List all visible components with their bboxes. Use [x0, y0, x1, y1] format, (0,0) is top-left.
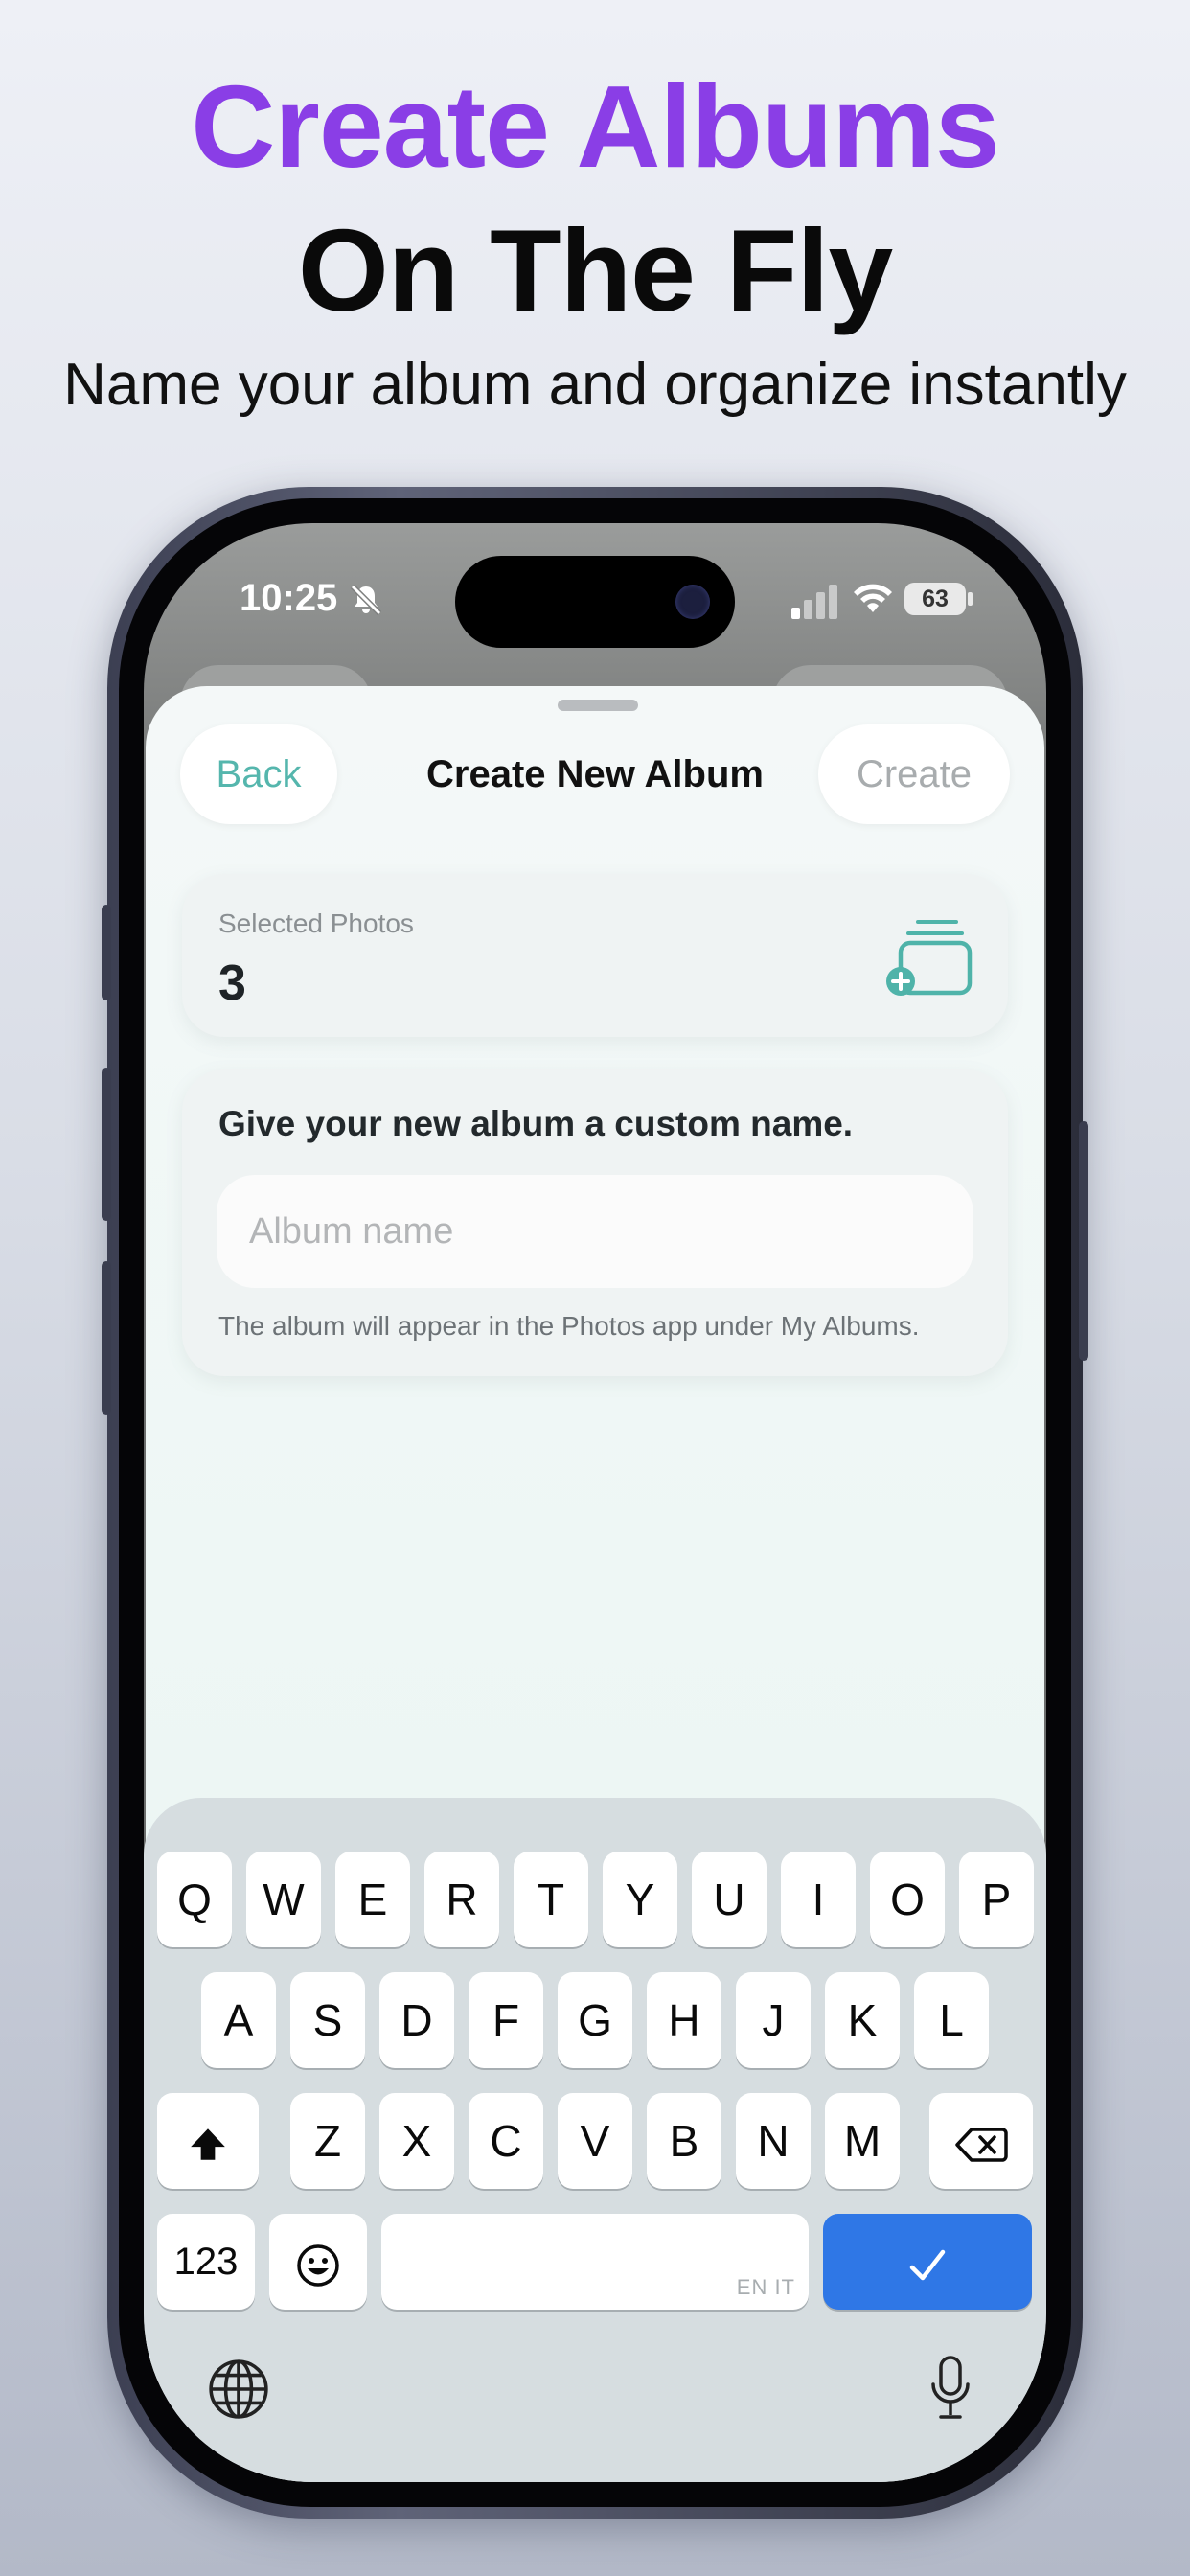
key-h[interactable]: H	[647, 1972, 721, 2068]
key-y[interactable]: Y	[603, 1852, 677, 1947]
key-f[interactable]: F	[469, 1972, 543, 2068]
key-k[interactable]: K	[825, 1972, 900, 2068]
done-key[interactable]	[823, 2214, 1032, 2310]
key-w[interactable]: W	[246, 1852, 321, 1947]
key-n[interactable]: N	[736, 2093, 811, 2189]
space-language-hint: EN IT	[736, 2275, 795, 2299]
delete-key[interactable]	[929, 2093, 1033, 2189]
delete-backward-icon	[955, 2128, 1008, 2162]
sheet-grabber[interactable]	[558, 700, 638, 711]
add-to-album-icon	[886, 920, 973, 996]
key-l[interactable]: L	[914, 1972, 989, 2068]
album-name-prompt: Give your new album a custom name.	[218, 1104, 854, 1143]
key-o[interactable]: O	[870, 1852, 945, 1947]
key-b[interactable]: B	[647, 2093, 721, 2189]
shift-icon	[191, 2128, 225, 2160]
key-r[interactable]: R	[424, 1852, 499, 1947]
key-z[interactable]: Z	[290, 2093, 365, 2189]
key-c[interactable]: C	[469, 2093, 543, 2189]
key-u[interactable]: U	[692, 1852, 767, 1947]
battery-tip	[968, 592, 973, 606]
promo-headline-2: On The Fly	[297, 205, 893, 335]
status-time: 10:25	[240, 577, 338, 619]
key-i[interactable]: I	[781, 1852, 856, 1947]
bell-slash-icon	[350, 584, 382, 616]
album-name-card: Give your new album a custom name. The a…	[182, 1070, 1008, 1376]
key-v[interactable]: V	[558, 2093, 632, 2189]
dynamic-island	[455, 556, 735, 648]
album-name-hint: The album will appear in the Photos app …	[218, 1311, 920, 1341]
checkmark-icon	[909, 2249, 946, 2281]
key-e[interactable]: E	[335, 1852, 410, 1947]
battery-indicator: 63	[904, 583, 966, 615]
key-g[interactable]: G	[558, 1972, 632, 2068]
selected-photos-label: Selected Photos	[218, 908, 414, 938]
shift-key[interactable]	[157, 2093, 259, 2189]
selected-photos-card: Selected Photos 3	[182, 874, 1008, 1037]
numbers-key[interactable]: 123	[157, 2214, 255, 2310]
key-q[interactable]: Q	[157, 1852, 232, 1947]
microphone-icon[interactable]	[927, 2354, 973, 2423]
key-x[interactable]: X	[379, 2093, 454, 2189]
volume-down-button	[102, 1261, 111, 1414]
album-name-input[interactable]	[217, 1175, 973, 1288]
key-a[interactable]: A	[201, 1972, 276, 2068]
emoji-icon	[297, 2244, 339, 2287]
key-m[interactable]: M	[825, 2093, 900, 2189]
front-camera	[675, 585, 710, 619]
create-button[interactable]: Create	[818, 724, 1010, 824]
phone-screen: 10:25 63 Back Create New Album Create Se…	[144, 523, 1046, 2482]
power-button	[1079, 1121, 1088, 1361]
key-j[interactable]: J	[736, 1972, 811, 2068]
cellular-signal-icon	[791, 585, 837, 619]
volume-up-button	[102, 1068, 111, 1221]
keyboard: Q W E R T Y U I O P A S D F G H J K L Z …	[144, 1798, 1046, 2482]
action-button	[102, 905, 111, 1000]
promo-headline-1: Create Albums	[191, 61, 1000, 192]
key-d[interactable]: D	[379, 1972, 454, 2068]
key-t[interactable]: T	[514, 1852, 588, 1947]
space-key[interactable]: EN IT	[381, 2214, 809, 2310]
key-s[interactable]: S	[290, 1972, 365, 2068]
wifi-icon	[854, 584, 892, 612]
selected-photos-count: 3	[218, 955, 246, 1011]
emoji-key[interactable]	[269, 2214, 367, 2310]
key-p[interactable]: P	[959, 1852, 1034, 1947]
globe-icon[interactable]	[207, 2358, 270, 2421]
promo-subheadline: Name your album and organize instantly	[63, 352, 1127, 418]
